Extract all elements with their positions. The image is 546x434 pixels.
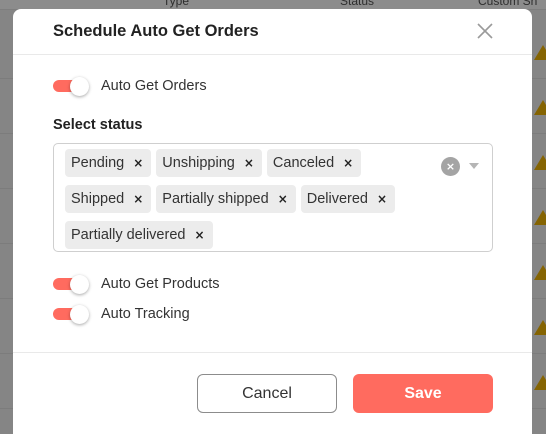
remove-tag-icon[interactable]: × (244, 156, 254, 170)
auto-get-products-row: Auto Get Products (53, 275, 220, 294)
modal-header: Schedule Auto Get Orders (13, 9, 532, 55)
remove-tag-icon[interactable]: × (377, 192, 387, 206)
tag-label: Unshipping (162, 155, 235, 171)
auto-get-orders-row: Auto Get Orders (53, 77, 207, 96)
auto-get-products-label: Auto Get Products (101, 276, 220, 292)
tag-label: Shipped (71, 191, 125, 207)
clear-all-icon[interactable]: × (441, 157, 460, 176)
select-status-label: Select status (53, 117, 143, 133)
footer-divider (13, 352, 532, 353)
status-tag-canceled: Canceled × (266, 149, 362, 177)
toggle-knob (70, 275, 89, 294)
status-tag-pending: Pending × (65, 149, 152, 177)
status-tag-shipped: Shipped × (65, 185, 152, 213)
auto-get-orders-label: Auto Get Orders (101, 78, 207, 94)
tag-label: Partially delivered (71, 227, 186, 243)
tag-label: Partially shipped (162, 191, 269, 207)
schedule-modal: Schedule Auto Get Orders Auto Get Orders… (13, 9, 532, 434)
remove-tag-icon[interactable]: × (194, 228, 204, 242)
auto-tracking-toggle[interactable] (53, 305, 89, 324)
toggle-knob (70, 305, 89, 324)
close-icon[interactable] (476, 22, 494, 40)
remove-tag-icon[interactable]: × (278, 192, 288, 206)
tag-label: Pending (71, 155, 125, 171)
auto-get-orders-toggle[interactable] (53, 77, 89, 96)
status-tag-delivered: Delivered × (300, 185, 396, 213)
auto-tracking-label: Auto Tracking (101, 306, 190, 322)
status-tag-partially-delivered: Partially delivered × (65, 221, 213, 249)
status-tag-unshipping: Unshipping × (156, 149, 262, 177)
remove-tag-icon[interactable]: × (343, 156, 353, 170)
remove-tag-icon[interactable]: × (133, 156, 143, 170)
selected-status-tags: Pending × Unshipping × Canceled × Shippe… (65, 149, 435, 249)
tag-label: Delivered (306, 191, 368, 207)
tag-label: Canceled (272, 155, 335, 171)
chevron-down-icon[interactable] (469, 163, 479, 169)
modal-title: Schedule Auto Get Orders (53, 22, 259, 40)
auto-get-products-toggle[interactable] (53, 275, 89, 294)
cancel-button[interactable]: Cancel (197, 374, 337, 413)
status-multiselect[interactable]: Pending × Unshipping × Canceled × Shippe… (53, 143, 493, 252)
status-tag-partially-shipped: Partially shipped × (156, 185, 296, 213)
auto-tracking-row: Auto Tracking (53, 305, 190, 324)
toggle-knob (70, 77, 89, 96)
remove-tag-icon[interactable]: × (133, 192, 143, 206)
save-button[interactable]: Save (353, 374, 493, 413)
